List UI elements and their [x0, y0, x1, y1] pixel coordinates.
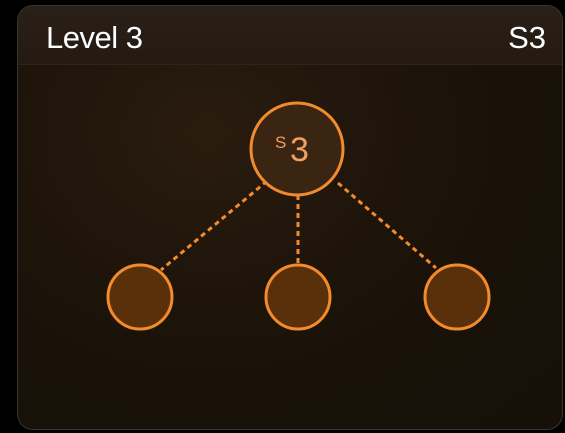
edge-right — [337, 181, 437, 270]
root-node-label: S 3 — [275, 128, 319, 172]
child-node-right[interactable] — [423, 263, 491, 331]
root-node-prefix: S — [275, 133, 287, 152]
child-node-middle[interactable] — [264, 263, 332, 331]
tree-graph — [106, 101, 491, 331]
root-node-value: 3 — [290, 131, 309, 169]
edge-left — [160, 179, 268, 272]
child-node-left[interactable] — [106, 263, 174, 331]
